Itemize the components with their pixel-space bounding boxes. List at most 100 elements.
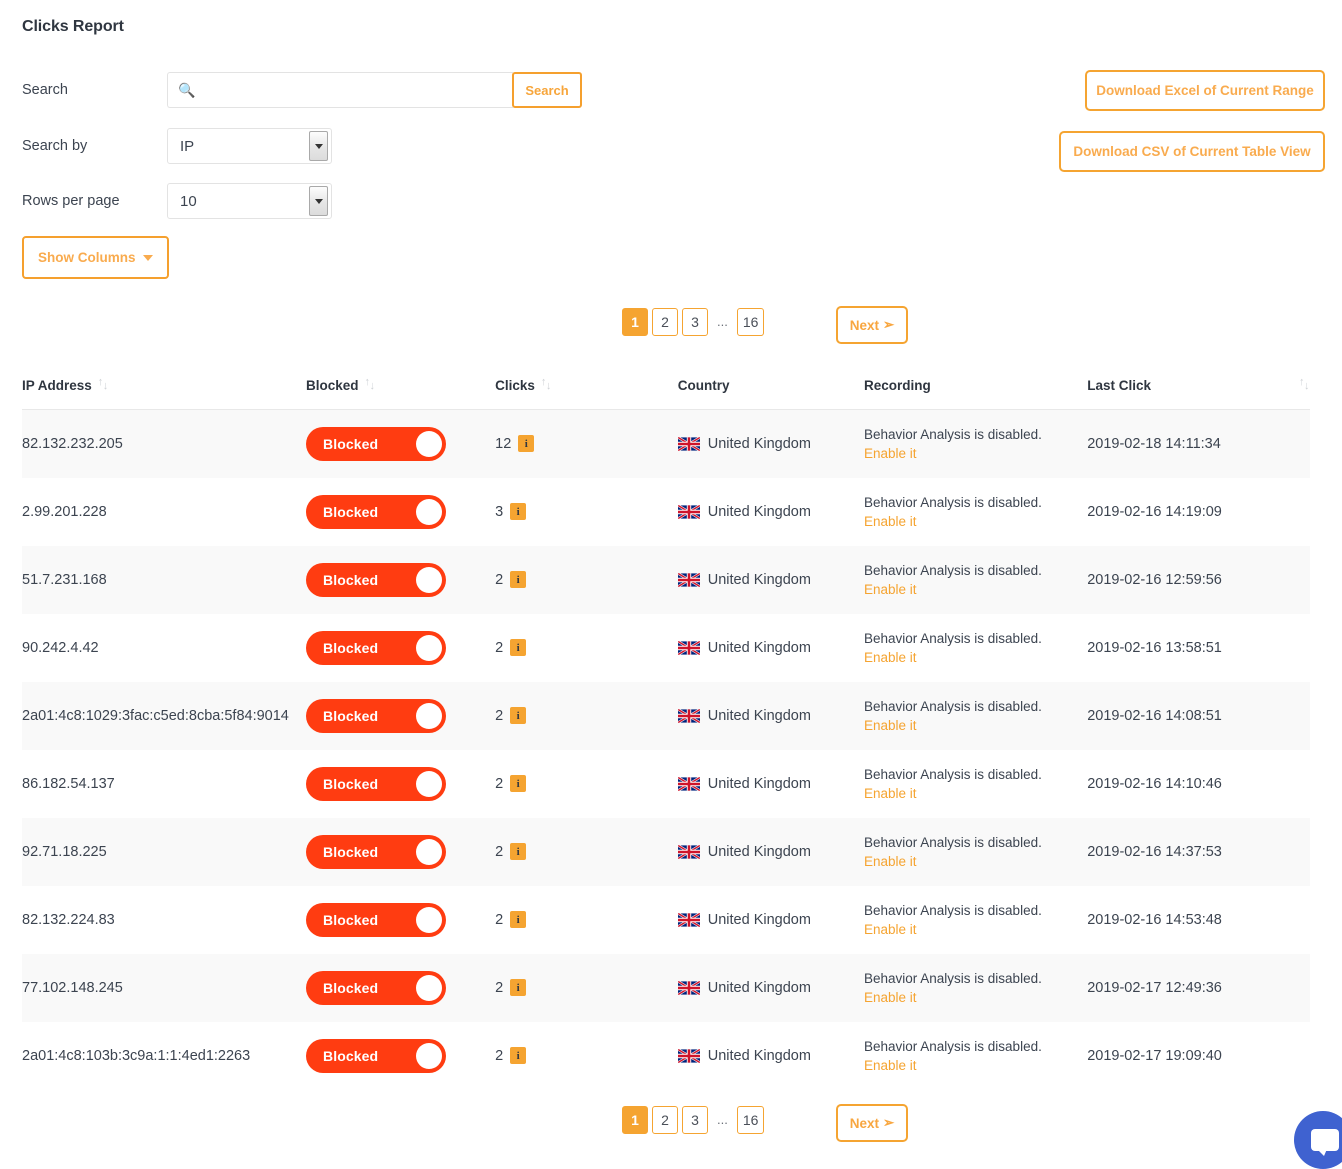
column-header-ip-address[interactable]: IP Address — [22, 378, 306, 410]
enable-recording-link[interactable]: Enable it — [864, 648, 917, 667]
enable-recording-link[interactable]: Enable it — [864, 444, 917, 463]
info-icon[interactable]: i — [510, 775, 527, 792]
column-header-country[interactable]: Country — [677, 378, 864, 410]
search-by-label: Search by — [22, 138, 88, 154]
cell-recording: Behavior Analysis is disabled. Enable it — [864, 410, 1087, 478]
cell-ip-address: 2a01:4c8:1029:3fac:c5ed:8cba:5f84:9014 — [22, 707, 289, 724]
cell-blocked: Blocked — [306, 478, 495, 546]
chevron-down-icon[interactable] — [309, 131, 328, 161]
search-by-select[interactable]: IP — [167, 128, 332, 164]
sort-icon[interactable] — [365, 379, 376, 393]
flag-icon-united-kingdom — [677, 776, 700, 791]
column-label: Country — [677, 378, 730, 393]
search-button[interactable]: Search — [512, 72, 582, 108]
blocked-toggle-label: Blocked — [323, 911, 379, 928]
page-button-1[interactable]: 1 — [622, 1106, 648, 1134]
clicks-count: 2 — [495, 571, 504, 588]
country-name: United Kingdom — [707, 707, 811, 724]
blocked-toggle[interactable]: Blocked — [306, 698, 446, 733]
blocked-toggle[interactable]: Blocked — [306, 902, 446, 937]
enable-recording-link[interactable]: Enable it — [864, 988, 917, 1007]
download-excel-button[interactable]: Download Excel of Current Range — [1085, 70, 1325, 111]
cell-country: United Kingdom — [677, 886, 864, 954]
page-button-2[interactable]: 2 — [652, 308, 678, 336]
toggle-knob — [416, 566, 442, 593]
blocked-toggle[interactable]: Blocked — [306, 494, 446, 529]
info-icon[interactable]: i — [510, 911, 527, 928]
cell-blocked: Blocked — [306, 818, 495, 886]
chat-widget-button[interactable] — [1294, 1111, 1342, 1169]
column-label: IP Address — [22, 378, 92, 393]
flag-icon-united-kingdom — [677, 436, 700, 451]
page-button-3[interactable]: 3 — [682, 308, 708, 336]
enable-recording-link[interactable]: Enable it — [864, 716, 917, 735]
country-name: United Kingdom — [707, 435, 811, 452]
cell-country: United Kingdom — [677, 818, 864, 886]
info-icon[interactable]: i — [518, 435, 535, 453]
info-icon[interactable]: i — [510, 1047, 527, 1064]
clicks-count: 12 — [495, 435, 512, 452]
rows-per-page-select[interactable]: 10 — [167, 183, 332, 219]
clicks-count: 2 — [495, 843, 504, 860]
toggle-knob — [416, 974, 442, 1001]
next-page-button-top[interactable]: Next ➢ — [836, 306, 908, 344]
next-page-button-bottom[interactable]: Next ➢ — [836, 1104, 908, 1142]
blocked-toggle[interactable]: Blocked — [306, 1038, 446, 1073]
page-title: Clicks Report — [22, 18, 124, 35]
pagination-top: 1 2 3 ... 16 — [622, 308, 768, 336]
sort-icon[interactable] — [541, 379, 552, 393]
enable-recording-link[interactable]: Enable it — [864, 512, 917, 531]
info-icon[interactable]: i — [510, 503, 527, 520]
enable-recording-link[interactable]: Enable it — [864, 784, 917, 803]
blocked-toggle[interactable]: Blocked — [306, 562, 446, 597]
cell-last-click: 2019-02-16 14:08:51 — [1087, 707, 1222, 724]
next-label: Next — [849, 317, 879, 333]
clicks-count: 3 — [495, 503, 504, 520]
blocked-toggle[interactable]: Blocked — [306, 970, 446, 1005]
enable-recording-link[interactable]: Enable it — [864, 852, 917, 871]
page-button-3[interactable]: 3 — [682, 1106, 708, 1134]
page-button-last[interactable]: 16 — [736, 1106, 765, 1134]
info-icon[interactable]: i — [510, 639, 527, 656]
info-icon[interactable]: i — [510, 843, 527, 860]
recording-status-text: Behavior Analysis is disabled. — [863, 630, 1042, 646]
page-button-2[interactable]: 2 — [652, 1106, 678, 1134]
sort-icon[interactable] — [1299, 379, 1310, 393]
info-icon[interactable]: i — [510, 979, 527, 996]
enable-recording-link[interactable]: Enable it — [864, 580, 917, 599]
column-header-last-click[interactable]: Last Click — [1087, 378, 1310, 410]
page-button-last[interactable]: 16 — [736, 308, 765, 336]
cell-last-click: 2019-02-16 12:59:56 — [1087, 571, 1222, 588]
page-button-1[interactable]: 1 — [622, 308, 648, 336]
sort-icon[interactable] — [98, 379, 109, 393]
blocked-toggle[interactable]: Blocked — [306, 630, 446, 665]
column-header-recording: Recording — [863, 378, 1088, 410]
show-columns-button[interactable]: Show Columns — [22, 236, 169, 279]
info-icon[interactable]: i — [510, 571, 527, 588]
blocked-toggle[interactable]: Blocked — [306, 834, 446, 869]
pagination-ellipsis: ... — [717, 1111, 728, 1127]
table-row: 2.99.201.228 Blocked 3 i United Kingdom Behav… — [22, 478, 1310, 546]
chevron-down-icon[interactable] — [309, 186, 328, 216]
enable-recording-link[interactable]: Enable it — [864, 920, 917, 939]
download-csv-button[interactable]: Download CSV of Current Table View — [1059, 131, 1325, 172]
country-name: United Kingdom — [707, 571, 811, 588]
blocked-toggle-label: Blocked — [323, 639, 379, 656]
table-header-row: IP Address Blocked Clicks — [22, 378, 1310, 410]
cell-clicks: 2i — [495, 614, 678, 682]
cell-blocked: Blocked — [306, 546, 495, 614]
enable-recording-link[interactable]: Enable it — [864, 1056, 917, 1075]
search-by-row: Search by IP — [22, 128, 332, 164]
search-input[interactable] — [167, 72, 513, 108]
table-row: 77.102.148.245 Blocked 2 i United Kingdom Beh… — [22, 953, 1310, 1022]
blocked-toggle[interactable]: Blocked — [306, 426, 446, 461]
blocked-toggle[interactable]: Blocked — [306, 766, 446, 801]
cell-recording: Behavior Analysis is disabled. Enable it — [864, 682, 1087, 750]
cell-country: United Kingdom — [677, 1022, 864, 1090]
blocked-toggle-label: Blocked — [323, 775, 379, 792]
info-icon[interactable]: i — [510, 707, 527, 724]
column-label: Recording — [863, 378, 931, 393]
table-row: 92.71.18.225 Blocked 2 i United Kingdom Behav… — [22, 817, 1310, 886]
column-header-clicks[interactable]: Clicks — [495, 378, 678, 410]
column-header-blocked[interactable]: Blocked — [306, 378, 496, 410]
